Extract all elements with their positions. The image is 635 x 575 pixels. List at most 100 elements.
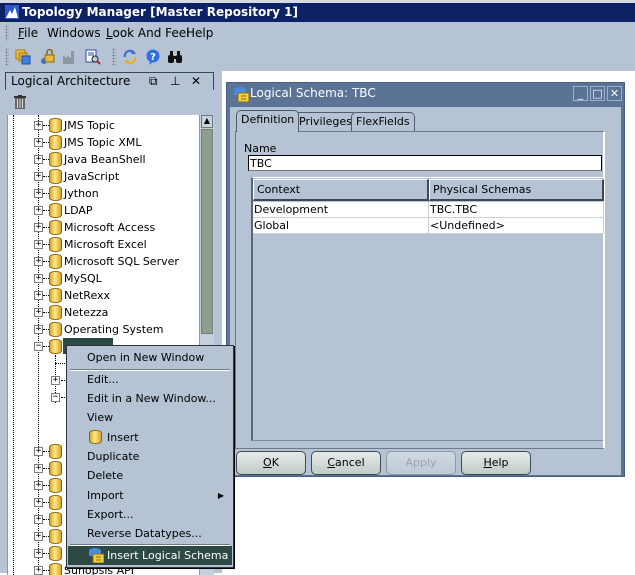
expand-icon[interactable]: + <box>34 257 43 266</box>
tab-definition[interactable]: Definition <box>236 110 300 132</box>
expand-icon[interactable]: + <box>34 498 43 507</box>
table-cell[interactable]: Development <box>253 202 429 218</box>
menu-item-edit-in-new-window[interactable]: Edit in a New Window... <box>68 389 232 408</box>
cancel-button[interactable]: Cancel <box>311 451 381 475</box>
expand-icon[interactable]: + <box>34 138 43 147</box>
name-input[interactable] <box>248 155 602 171</box>
pin-icon[interactable]: ⊥ <box>170 73 180 90</box>
close-button[interactable]: ✕ <box>607 86 622 101</box>
dialog-title-bar[interactable]: Logical Schema: TBC _ □ ✕ <box>227 83 624 104</box>
column-header-context[interactable]: Context <box>253 179 429 201</box>
menu-item-edit[interactable]: Edit... <box>68 370 232 389</box>
tree-item-netrexx[interactable]: + NetRexx <box>8 287 199 304</box>
help-icon[interactable]: ? <box>145 49 161 65</box>
expand-icon[interactable]: + <box>34 189 43 198</box>
expand-icon[interactable]: + <box>34 532 43 541</box>
trash-icon[interactable] <box>14 95 26 109</box>
expand-icon[interactable]: + <box>34 155 43 164</box>
technology-icon <box>49 339 62 354</box>
tree-item-mysql[interactable]: + MySQL <box>8 270 199 287</box>
tree-item-jms-topic[interactable]: + JMS Topic <box>8 117 199 134</box>
binoculars-icon[interactable] <box>167 49 183 65</box>
technology-icon <box>49 478 62 493</box>
expand-icon[interactable]: + <box>34 481 43 490</box>
tree-item-operating-system[interactable]: + Operating System <box>8 321 199 338</box>
close-icon[interactable]: ✕ <box>191 73 201 90</box>
minimize-button[interactable]: _ <box>573 86 588 101</box>
restore-icon[interactable]: ⧉ <box>149 73 158 90</box>
security-lock-icon[interactable] <box>39 49 55 65</box>
menu-item-insert-logical-schema[interactable]: Insert Logical Schema <box>68 546 232 565</box>
technology-icon <box>49 512 62 527</box>
menu-item-export[interactable]: Export... <box>68 505 232 524</box>
menu-item-import[interactable]: Import ▶ <box>68 486 232 505</box>
expand-icon[interactable]: + <box>34 325 43 334</box>
tab-privileges[interactable]: Privileges <box>294 112 357 131</box>
expand-icon[interactable]: + <box>34 206 43 215</box>
scrollbar-thumb[interactable] <box>201 129 213 334</box>
technology-icon <box>49 546 62 561</box>
tree-item-jms-topic-xml[interactable]: + JMS Topic XML <box>8 134 199 151</box>
refresh-icon[interactable] <box>122 49 138 65</box>
menu-item-open-in-new-window[interactable]: Open in New Window <box>68 348 232 367</box>
table-cell[interactable]: TBC.TBC <box>429 202 604 218</box>
menu-item-label: Insert Logical Schema <box>107 549 229 562</box>
technology-icon <box>49 169 62 184</box>
expand-icon[interactable]: + <box>34 464 43 473</box>
menu-item-duplicate[interactable]: Duplicate <box>68 447 232 466</box>
menu-item-view[interactable]: View <box>68 408 232 427</box>
expand-icon[interactable]: + <box>34 240 43 249</box>
menu-help[interactable]: Help <box>186 26 213 40</box>
expand-icon[interactable]: + <box>34 308 43 317</box>
tree-item-microsoft-access[interactable]: + Microsoft Access <box>8 219 199 236</box>
menu-look-and-feel[interactable]: Look And Feel <box>106 26 190 40</box>
menu-item-delete[interactable]: Delete <box>68 466 232 485</box>
tree-item-ldap[interactable]: + LDAP <box>8 202 199 219</box>
panel-title: Logical Architecture <box>11 74 131 88</box>
expand-icon[interactable]: + <box>34 549 43 558</box>
expand-icon[interactable]: + <box>34 447 43 456</box>
maximize-button[interactable]: □ <box>590 86 605 101</box>
tree-item-jython[interactable]: + Jython <box>8 185 199 202</box>
tree-item-microsoft-excel[interactable]: + Microsoft Excel <box>8 236 199 253</box>
expand-icon[interactable]: + <box>34 121 43 130</box>
toolbar-grip[interactable] <box>5 48 9 66</box>
technology-icon <box>49 461 62 476</box>
table-cell[interactable]: <Undefined> <box>429 218 604 234</box>
menu-item-reverse-datatypes[interactable]: Reverse Datatypes... <box>68 524 232 543</box>
app-title-bar: Topology Manager [Master Repository 1] <box>0 3 635 22</box>
collapse-icon[interactable]: − <box>51 393 60 402</box>
expand-icon[interactable]: + <box>34 566 43 575</box>
expand-icon[interactable]: + <box>34 515 43 524</box>
technology-icon <box>49 322 62 337</box>
collapse-icon[interactable]: − <box>34 342 43 351</box>
apply-button[interactable]: Apply <box>386 451 456 475</box>
document-search-icon[interactable] <box>85 49 101 65</box>
menubar-grip[interactable] <box>5 25 9 41</box>
tree-item-java-beanshell[interactable]: + Java BeanShell <box>8 151 199 168</box>
tree-item-netezza[interactable]: + Netezza <box>8 304 199 321</box>
column-header-physical-schemas[interactable]: Physical Schemas <box>429 179 604 201</box>
help-button[interactable]: Help <box>461 451 531 475</box>
expand-icon[interactable]: + <box>34 223 43 232</box>
toolbar-grip-2[interactable] <box>112 48 116 66</box>
tree-item-javascript[interactable]: + JavaScript <box>8 168 199 185</box>
table-cell[interactable]: Global <box>253 218 429 234</box>
technology-icon <box>49 237 62 252</box>
menu-file[interactable]: File <box>18 26 38 40</box>
context-schema-table: Context Physical Schemas Development TBC… <box>251 177 604 441</box>
expand-icon[interactable]: + <box>51 376 60 385</box>
windows-cascade-icon[interactable] <box>15 49 31 65</box>
scroll-up-icon[interactable]: ▲ <box>201 115 213 128</box>
menu-item-insert[interactable]: Insert <box>68 428 232 447</box>
ok-button[interactable]: OK <box>236 451 306 475</box>
expand-icon[interactable]: + <box>34 172 43 181</box>
svg-text:?: ? <box>150 52 156 63</box>
tree-item-microsoft-sql-server[interactable]: + Microsoft SQL Server <box>8 253 199 270</box>
tab-flexfields[interactable]: FlexFields <box>351 112 415 131</box>
expand-icon[interactable]: + <box>34 274 43 283</box>
technology-icon <box>49 254 62 269</box>
expand-icon[interactable]: + <box>34 291 43 300</box>
menu-windows[interactable]: Windows <box>47 26 101 40</box>
technology-icon <box>49 495 62 510</box>
